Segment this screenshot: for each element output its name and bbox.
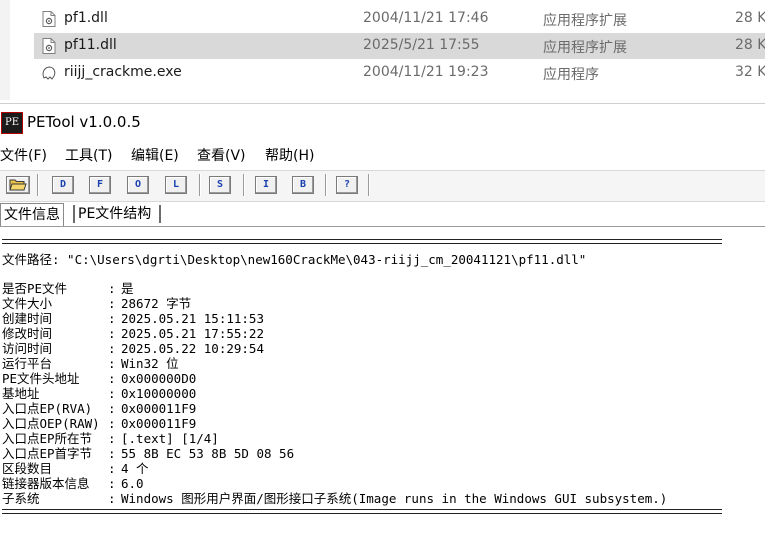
exe-file-icon xyxy=(42,66,56,80)
info-key: 访问时间 xyxy=(2,341,53,356)
toolbar-separator xyxy=(325,174,327,196)
info-colon: : xyxy=(108,416,116,431)
file-size: 28 K xyxy=(735,37,765,53)
info-key: 入口点EP所在节 xyxy=(2,431,93,446)
menu-file[interactable]: 文件(F) xyxy=(0,145,47,165)
info-value: 0x000000D0 xyxy=(121,371,197,386)
tab-file-info[interactable]: 文件信息 xyxy=(0,203,64,226)
info-value: 2025.05.22 10:29:54 xyxy=(121,341,264,356)
menu-bar: 文件(F) 工具(T) 编辑(E) 查看(V) 帮助(H) xyxy=(0,143,765,167)
info-key: 是否PE文件 xyxy=(2,281,68,296)
info-value: 2025.05.21 15:11:53 xyxy=(121,311,264,326)
file-type: 应用程序 xyxy=(543,67,599,83)
file-info-panel[interactable]: 文件路径: "C:\Users\dgrti\Desktop\new160Crac… xyxy=(0,227,765,546)
info-colon: : xyxy=(108,341,116,356)
info-value: Windows 图形用户界面/图形接口子系统(Image runs in the… xyxy=(121,491,668,506)
info-value: Win32 位 xyxy=(121,356,179,371)
info-key: 入口点EP首字节 xyxy=(2,446,93,461)
toolbar-button-f[interactable]: F xyxy=(89,176,111,194)
info-colon: : xyxy=(108,386,116,401)
menu-tools[interactable]: 工具(T) xyxy=(65,145,112,165)
info-value: 是 xyxy=(121,281,134,296)
file-name: pf11.dll xyxy=(64,37,117,53)
file-explorer-list: pf1.dll 2004/11/21 17:46 应用程序扩展 28 K pf1… xyxy=(0,0,765,100)
open-file-button[interactable] xyxy=(6,176,30,194)
toolbar-button-help[interactable]: ? xyxy=(336,176,358,194)
tab-divider xyxy=(159,205,161,223)
info-value: 6.0 xyxy=(121,476,144,491)
file-size: 28 K xyxy=(735,10,765,26)
info-value: 55 8B EC 53 8B 5D 08 56 xyxy=(121,446,295,461)
toolbar-button-o[interactable]: O xyxy=(127,176,149,194)
info-colon: : xyxy=(108,476,116,491)
file-size: 32 K xyxy=(735,64,765,80)
file-row[interactable]: pf1.dll 2004/11/21 17:46 应用程序扩展 28 K xyxy=(34,6,765,32)
info-key: 文件大小 xyxy=(2,296,53,311)
bottom-double-rule xyxy=(2,509,722,514)
menu-edit[interactable]: 编辑(E) xyxy=(131,145,179,165)
info-value: 0x000011F9 xyxy=(121,416,197,431)
top-double-rule xyxy=(2,239,722,244)
title-bar[interactable]: PE PETool v1.0.0.5 xyxy=(0,104,765,139)
file-type: 应用程序扩展 xyxy=(543,40,627,56)
toolbar-separator xyxy=(199,174,201,196)
info-colon: : xyxy=(108,371,116,386)
file-name: riijj_crackme.exe xyxy=(64,64,182,80)
toolbar-button-i[interactable]: I xyxy=(255,176,277,194)
info-key: 运行平台 xyxy=(2,356,53,371)
info-colon: : xyxy=(108,461,116,476)
toolbar-button-b[interactable]: B xyxy=(292,176,314,194)
info-colon: : xyxy=(108,401,116,416)
toolbar: D F O L S I B ? xyxy=(0,170,765,202)
file-modified-date: 2025/5/21 17:55 xyxy=(363,37,480,53)
info-key: 链接器版本信息 xyxy=(2,476,90,491)
app-logo-icon: PE xyxy=(1,112,23,134)
toolbar-separator xyxy=(368,174,370,196)
menu-view[interactable]: 查看(V) xyxy=(197,145,246,165)
info-value: 2025.05.21 17:55:22 xyxy=(121,326,264,341)
info-colon: : xyxy=(108,446,116,461)
info-key: 基地址 xyxy=(2,386,40,401)
file-type: 应用程序扩展 xyxy=(543,13,627,29)
open-folder-icon xyxy=(9,179,27,191)
explorer-left-pane-edge xyxy=(0,0,10,100)
toolbar-separator xyxy=(243,174,245,196)
info-value: 0x000011F9 xyxy=(121,401,197,416)
info-colon: : xyxy=(108,326,116,341)
tab-bar: 文件信息 PE文件结构 xyxy=(0,202,765,227)
info-key: 入口点EP(RVA) xyxy=(2,401,93,416)
info-colon: : xyxy=(108,311,116,326)
info-value: [.text] [1/4] xyxy=(121,431,219,446)
info-colon: : xyxy=(108,296,116,311)
info-key: 创建时间 xyxy=(2,311,53,326)
toolbar-button-l[interactable]: L xyxy=(165,176,187,194)
dll-file-icon xyxy=(42,11,56,27)
info-key: 区段数目 xyxy=(2,461,53,476)
file-name: pf1.dll xyxy=(64,10,108,26)
file-row-selected[interactable]: pf11.dll 2025/5/21 17:55 应用程序扩展 28 K xyxy=(34,33,765,59)
info-key: 入口点OEP(RAW) xyxy=(2,416,100,431)
info-key: 修改时间 xyxy=(2,326,53,341)
file-modified-date: 2004/11/21 17:46 xyxy=(363,10,489,26)
tab-pe-structure[interactable]: PE文件结构 xyxy=(75,203,154,225)
info-value: 4 个 xyxy=(121,461,149,476)
toolbar-button-s[interactable]: S xyxy=(209,176,231,194)
info-key: 子系统 xyxy=(2,491,40,506)
file-modified-date: 2004/11/21 19:23 xyxy=(363,64,489,80)
info-colon: : xyxy=(108,356,116,371)
info-key: PE文件头地址 xyxy=(2,371,80,386)
info-value: 0x10000000 xyxy=(121,386,197,401)
file-path-line: 文件路径: "C:\Users\dgrti\Desktop\new160Crac… xyxy=(2,252,587,267)
info-colon: : xyxy=(108,491,116,506)
toolbar-button-d[interactable]: D xyxy=(52,176,74,194)
petool-window: PE PETool v1.0.0.5 文件(F) 工具(T) 编辑(E) 查看(… xyxy=(0,103,765,546)
window-title: PETool v1.0.0.5 xyxy=(27,113,141,131)
toolbar-separator xyxy=(37,174,39,196)
menu-help[interactable]: 帮助(H) xyxy=(265,145,314,165)
info-colon: : xyxy=(108,431,116,446)
file-row[interactable]: riijj_crackme.exe 2004/11/21 19:23 应用程序 … xyxy=(34,60,765,86)
info-colon: : xyxy=(108,281,116,296)
info-value: 28672 字节 xyxy=(121,296,192,311)
dll-file-icon xyxy=(42,38,56,54)
